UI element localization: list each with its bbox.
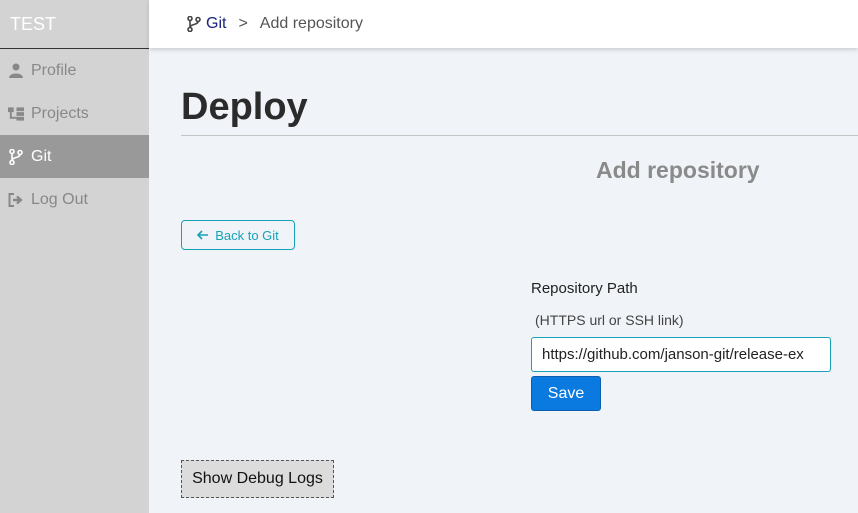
section-title: Add repository [596, 157, 760, 183]
project-tree-icon [8, 106, 24, 122]
sidebar: TEST Profile Projects Git Log Out [0, 0, 149, 513]
page-title: Deploy [181, 86, 308, 128]
title-divider [181, 135, 858, 136]
sidebar-item-label: Log Out [31, 190, 88, 208]
back-button-label: Back to Git [215, 227, 279, 243]
breadcrumb-current: Add repository [259, 15, 363, 32]
brand-title: TEST [0, 0, 149, 49]
sidebar-item-profile[interactable]: Profile [0, 49, 149, 92]
sidebar-item-label: Git [31, 147, 52, 165]
git-branch-icon [8, 148, 24, 165]
sidebar-item-label: Profile [31, 61, 77, 79]
save-button[interactable]: Save [531, 376, 601, 411]
breadcrumb-link-label: Git [206, 15, 227, 32]
back-to-git-button[interactable]: Back to Git [181, 220, 295, 250]
breadcrumb: Git > Add repository [149, 0, 858, 48]
git-branch-icon [187, 16, 201, 32]
sidebar-item-projects[interactable]: Projects [0, 92, 149, 135]
breadcrumb-git-link[interactable]: Git [187, 15, 226, 33]
repository-path-label: Repository Path [531, 280, 638, 297]
repository-path-hint: (HTTPS url or SSH link) [535, 312, 684, 328]
sidebar-item-git[interactable]: Git [0, 135, 149, 178]
show-debug-logs-button[interactable]: Show Debug Logs [181, 460, 334, 498]
arrow-left-icon [197, 230, 209, 240]
user-icon [8, 63, 24, 79]
sidebar-item-logout[interactable]: Log Out [0, 178, 149, 221]
logout-icon [8, 192, 24, 208]
sidebar-item-label: Projects [31, 104, 89, 122]
breadcrumb-separator: > [238, 15, 248, 32]
repository-path-input[interactable] [531, 337, 831, 372]
